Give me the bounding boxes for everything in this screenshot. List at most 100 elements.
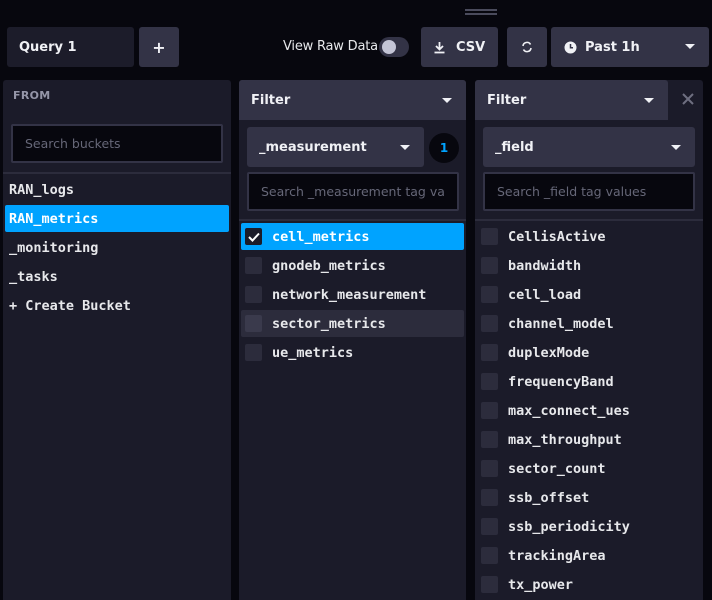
checkbox[interactable] bbox=[245, 344, 262, 361]
view-raw-data-label: View Raw Data bbox=[283, 39, 378, 54]
filter-header-label: Filter bbox=[251, 92, 291, 108]
from-panel: FROM RAN_logs RAN_metrics _monitoring _t… bbox=[3, 80, 231, 600]
checkbox[interactable] bbox=[481, 576, 498, 593]
chevron-down-icon bbox=[400, 145, 410, 150]
checkbox[interactable] bbox=[481, 402, 498, 419]
time-range-dropdown[interactable]: Past 1h bbox=[551, 27, 709, 67]
download-icon bbox=[434, 41, 445, 53]
checkbox-checked[interactable] bbox=[245, 228, 262, 245]
tag-key-label: _field bbox=[495, 139, 534, 155]
tag-value-item[interactable]: sector_metrics bbox=[241, 310, 464, 337]
checkbox[interactable] bbox=[245, 315, 262, 332]
tag-value-label: sector_metrics bbox=[272, 315, 386, 332]
tag-value-label: cell_metrics bbox=[272, 228, 370, 245]
checkbox[interactable] bbox=[481, 518, 498, 535]
measurement-value-list: cell_metrics gnodeb_metrics network_meas… bbox=[239, 223, 466, 368]
tag-value-label: cell_load bbox=[508, 286, 582, 303]
filter-function-dropdown[interactable]: Filter bbox=[475, 80, 668, 120]
time-range-label: Past 1h bbox=[585, 39, 640, 55]
checkmark-icon bbox=[247, 232, 260, 242]
from-title: FROM bbox=[13, 89, 51, 102]
bucket-label: RAN_logs bbox=[9, 181, 75, 198]
tag-value-item[interactable]: gnodeb_metrics bbox=[241, 252, 464, 279]
tag-value-label: duplexMode bbox=[508, 344, 590, 361]
bucket-label: _tasks bbox=[9, 268, 58, 285]
chevron-down-icon bbox=[671, 145, 681, 150]
checkbox[interactable] bbox=[481, 286, 498, 303]
create-bucket-label: + Create Bucket bbox=[9, 297, 131, 314]
chevron-down-icon bbox=[442, 98, 452, 103]
tag-value-item[interactable]: ssb_periodicity bbox=[477, 513, 701, 540]
checkbox[interactable] bbox=[245, 257, 262, 274]
tag-value-label: ssb_periodicity bbox=[508, 518, 630, 535]
tag-key-dropdown[interactable]: _measurement bbox=[247, 127, 424, 167]
tag-value-item[interactable]: cell_metrics bbox=[241, 223, 464, 250]
tag-value-item[interactable]: tx_power bbox=[477, 571, 701, 598]
tag-value-label: CellisActive bbox=[508, 228, 606, 245]
tag-value-label: frequencyBand bbox=[508, 373, 614, 390]
view-raw-data-toggle[interactable] bbox=[379, 37, 409, 57]
checkbox[interactable] bbox=[481, 489, 498, 506]
tag-value-label: tx_power bbox=[508, 576, 574, 593]
remove-filter-button[interactable] bbox=[680, 91, 696, 107]
tag-value-item[interactable]: channel_model bbox=[477, 310, 701, 337]
filter-function-dropdown[interactable]: Filter bbox=[239, 80, 466, 120]
bucket-label: _monitoring bbox=[9, 239, 99, 256]
search-measurement-input[interactable] bbox=[247, 172, 459, 211]
tag-key-label: _measurement bbox=[259, 139, 367, 155]
query-tab[interactable]: Query 1 bbox=[7, 27, 134, 67]
tag-value-item[interactable]: max_throughput bbox=[477, 426, 701, 453]
tag-value-label: max_connect_ues bbox=[508, 402, 630, 419]
search-field-input[interactable] bbox=[483, 172, 695, 211]
checkbox[interactable] bbox=[245, 286, 262, 303]
tag-value-label: gnodeb_metrics bbox=[272, 257, 386, 274]
download-csv-button[interactable]: CSV bbox=[421, 27, 498, 67]
resize-handle[interactable] bbox=[465, 9, 497, 15]
checkbox[interactable] bbox=[481, 257, 498, 274]
clock-icon bbox=[564, 41, 577, 53]
field-value-list: CellisActive bandwidth cell_load channel… bbox=[475, 223, 703, 600]
chevron-down-icon bbox=[685, 44, 695, 49]
create-bucket-button[interactable]: + Create Bucket bbox=[5, 292, 229, 319]
divider bbox=[475, 219, 703, 221]
add-query-button[interactable]: + bbox=[139, 27, 179, 67]
bucket-item[interactable]: _tasks bbox=[5, 263, 229, 290]
tag-value-item[interactable]: duplexMode bbox=[477, 339, 701, 366]
checkbox[interactable] bbox=[481, 373, 498, 390]
tag-value-item[interactable]: trackingArea bbox=[477, 542, 701, 569]
tag-value-item[interactable]: network_measurement bbox=[241, 281, 464, 308]
bucket-item[interactable]: RAN_logs bbox=[5, 176, 229, 203]
search-buckets-input[interactable] bbox=[11, 124, 223, 163]
tag-value-label: ssb_offset bbox=[508, 489, 590, 506]
tag-value-item[interactable]: ssb_offset bbox=[477, 484, 701, 511]
checkbox[interactable] bbox=[481, 460, 498, 477]
tag-value-label: network_measurement bbox=[272, 286, 427, 303]
tag-value-item[interactable]: frequencyBand bbox=[477, 368, 701, 395]
tag-value-item[interactable]: sector_count bbox=[477, 455, 701, 482]
checkbox[interactable] bbox=[481, 228, 498, 245]
refresh-button[interactable] bbox=[507, 27, 547, 67]
tag-value-item[interactable]: CellisActive bbox=[477, 223, 701, 250]
tag-value-item[interactable]: cell_load bbox=[477, 281, 701, 308]
bucket-item-selected[interactable]: RAN_metrics bbox=[5, 205, 229, 232]
checkbox[interactable] bbox=[481, 344, 498, 361]
bucket-label: RAN_metrics bbox=[9, 210, 99, 227]
field-filter-panel: Filter _field CellisActive bandwidth cel… bbox=[475, 80, 703, 600]
plus-icon: + bbox=[152, 37, 166, 57]
checkbox[interactable] bbox=[481, 315, 498, 332]
tag-value-label: sector_count bbox=[508, 460, 606, 477]
close-icon bbox=[682, 93, 694, 105]
checkbox[interactable] bbox=[481, 547, 498, 564]
tag-value-label: ue_metrics bbox=[272, 344, 354, 361]
bucket-item[interactable]: _monitoring bbox=[5, 234, 229, 261]
tag-value-label: max_throughput bbox=[508, 431, 622, 448]
measurement-filter-panel: Filter _measurement 1 cell_metrics gnode… bbox=[239, 80, 466, 600]
toggle-knob bbox=[382, 40, 396, 54]
tag-value-item[interactable]: ue_metrics bbox=[241, 339, 464, 366]
tag-value-item[interactable]: bandwidth bbox=[477, 252, 701, 279]
tag-value-item[interactable]: max_connect_ues bbox=[477, 397, 701, 424]
checkbox[interactable] bbox=[481, 431, 498, 448]
query-tab-label: Query 1 bbox=[19, 39, 77, 55]
tag-key-dropdown[interactable]: _field bbox=[483, 127, 695, 167]
divider bbox=[3, 172, 231, 174]
